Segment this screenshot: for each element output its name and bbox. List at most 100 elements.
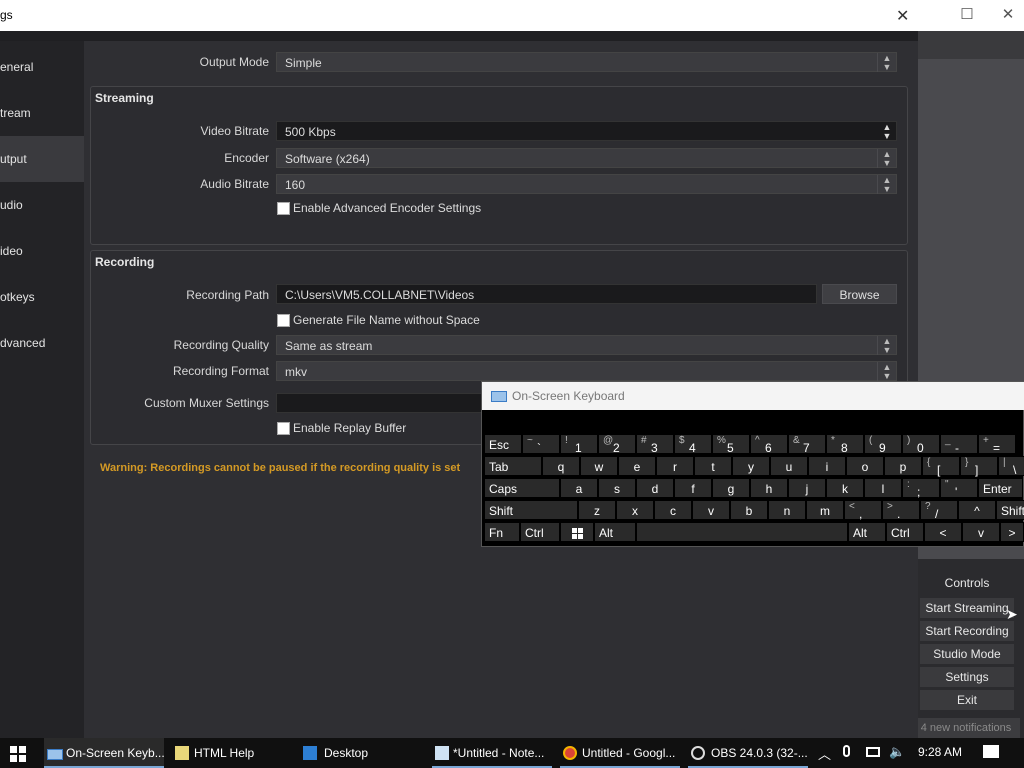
osk-key[interactable] — [636, 522, 848, 542]
video-bitrate-spinbox[interactable]: 500 Kbps ▲ ▼ — [276, 121, 897, 141]
osk-key[interactable]: * 8 — [826, 434, 864, 455]
osk-key[interactable]: Alt — [848, 522, 886, 542]
network-icon[interactable] — [866, 747, 880, 757]
osk-key[interactable]: Ctrl — [520, 522, 560, 542]
output-mode-select[interactable]: Simple ▲ ▼ — [276, 52, 897, 72]
osk-key[interactable]: ! 1 — [560, 434, 598, 455]
osk-key[interactable]: r — [656, 456, 694, 476]
osk-key[interactable]: d — [636, 478, 674, 498]
osk-key[interactable]: e — [618, 456, 656, 476]
notifications-badge[interactable]: 4 new notifications — [912, 718, 1020, 738]
osk-key[interactable]: k — [826, 478, 864, 498]
close-icon[interactable]: ✕ — [896, 6, 909, 26]
clock[interactable]: 9:28 AM — [918, 745, 962, 759]
osk-key[interactable]: + = — [978, 434, 1016, 455]
osk-key[interactable]: Alt — [594, 522, 636, 542]
taskbar-item-notepad[interactable]: *Untitled - Note... — [432, 738, 552, 768]
start-streaming-button[interactable]: Start Streaming — [920, 598, 1014, 618]
taskbar-item-osk[interactable]: On-Screen Keyb... — [44, 738, 164, 768]
osk-key[interactable]: l — [864, 478, 902, 498]
gen-filename-checkbox[interactable] — [277, 314, 290, 327]
audio-bitrate-select[interactable]: 160 ▲ ▼ — [276, 174, 897, 194]
osk-key[interactable]: p — [884, 456, 922, 476]
osk-key[interactable]: < — [924, 522, 962, 542]
osk-key[interactable]: Ctrl — [886, 522, 924, 542]
osk-key[interactable]: y — [732, 456, 770, 476]
action-center-icon[interactable] — [983, 745, 999, 758]
replay-buffer-checkbox[interactable] — [277, 422, 290, 435]
osk-key[interactable]: :; — [902, 478, 940, 499]
close-icon[interactable]: ✕ — [998, 6, 1018, 24]
osk-key[interactable]: % 5 — [712, 434, 750, 455]
osk-key[interactable]: u — [770, 456, 808, 476]
osk-key[interactable]: m — [806, 500, 844, 520]
custom-muxer-input[interactable] — [276, 393, 482, 413]
osk-key[interactable]: v — [692, 500, 730, 520]
spin-arrows-icon[interactable]: ▲ ▼ — [878, 122, 896, 141]
osk-key[interactable]: v — [962, 522, 1000, 542]
microphone-icon[interactable] — [843, 745, 850, 757]
osk-key[interactable]: q — [542, 456, 580, 476]
windows-start-icon[interactable] — [10, 746, 26, 762]
browse-button[interactable]: Browse — [822, 284, 897, 304]
osk-key[interactable]: h — [750, 478, 788, 498]
osk-key[interactable]: x — [616, 500, 654, 520]
taskbar-item-html-help[interactable]: HTML Help — [172, 738, 292, 768]
osk-key[interactable]: (9 — [864, 434, 902, 455]
osk-key[interactable]: _ - — [940, 434, 978, 455]
osk-key[interactable]: c — [654, 500, 692, 520]
studio-mode-button[interactable]: Studio Mode — [920, 644, 1014, 664]
osk-key[interactable]: #3 — [636, 434, 674, 455]
osk-key[interactable]: s — [598, 478, 636, 498]
recording-path-input[interactable]: C:\Users\VM5.COLLABNET\Videos — [276, 284, 817, 304]
taskbar-item-desktop[interactable]: Desktop — [300, 738, 420, 768]
osk-key[interactable]: n — [768, 500, 806, 520]
start-recording-button[interactable]: Start Recording — [920, 621, 1014, 641]
osk-key[interactable]: <, — [844, 500, 882, 521]
osk-key[interactable]: j — [788, 478, 826, 498]
sidebar-item-video[interactable]: ideo — [0, 228, 84, 274]
osk-key[interactable]: i — [808, 456, 846, 476]
osk-key[interactable]: Enter — [978, 478, 1023, 498]
osk-key[interactable]: z — [578, 500, 616, 520]
osk-key[interactable]: ^ — [958, 500, 996, 520]
osk-key[interactable]: ? / — [920, 500, 958, 521]
osk-key[interactable]: b — [730, 500, 768, 520]
osk-key[interactable] — [560, 522, 594, 542]
osk-key[interactable]: >. — [882, 500, 920, 521]
osk-key[interactable]: & 7 — [788, 434, 826, 455]
recording-format-select[interactable]: mkv ▲ ▼ — [276, 361, 897, 381]
settings-button[interactable]: Settings — [920, 667, 1014, 687]
osk-key[interactable]: }] — [960, 456, 998, 477]
osk-key[interactable]: Esc — [484, 434, 522, 454]
osk-key[interactable]: Caps — [484, 478, 560, 498]
osk-key[interactable]: Fn — [484, 522, 520, 542]
encoder-select[interactable]: Software (x264) ▲ ▼ — [276, 148, 897, 168]
exit-button[interactable]: Exit — [920, 690, 1014, 710]
recording-quality-select[interactable]: Same as stream ▲ ▼ — [276, 335, 897, 355]
osk-key[interactable]: @2 — [598, 434, 636, 455]
osk-key[interactable]: Shift — [996, 500, 1024, 520]
osk-key[interactable]: a — [560, 478, 598, 498]
advanced-encoder-checkbox[interactable] — [277, 202, 290, 215]
osk-key[interactable]: {[ — [922, 456, 960, 477]
osk-key[interactable]: ~ ` — [522, 434, 560, 455]
osk-key[interactable]: " ' — [940, 478, 978, 499]
osk-key[interactable]: $4 — [674, 434, 712, 455]
taskbar-item-chrome[interactable]: Untitled - Googl... — [560, 738, 680, 768]
chevron-up-icon[interactable]: ︿ — [818, 744, 831, 763]
osk-key[interactable]: t — [694, 456, 732, 476]
taskbar-item-obs[interactable]: OBS 24.0.3 (32-... — [688, 738, 808, 768]
osk-key[interactable]: ^ 6 — [750, 434, 788, 455]
osk-key[interactable]: f — [674, 478, 712, 498]
osk-key[interactable]: > — [1000, 522, 1024, 542]
osk-key[interactable]: g — [712, 478, 750, 498]
osk-key[interactable]: Shift — [484, 500, 578, 520]
osk-key[interactable]: Tab — [484, 456, 542, 476]
osk-key[interactable]: | \ — [998, 456, 1024, 477]
osk-key[interactable]: o — [846, 456, 884, 476]
osk-key[interactable]: w — [580, 456, 618, 476]
maximize-icon[interactable]: ☐ — [957, 6, 977, 24]
volume-icon[interactable]: 🔈 — [889, 744, 905, 760]
osk-key[interactable]: ) 0 — [902, 434, 940, 455]
